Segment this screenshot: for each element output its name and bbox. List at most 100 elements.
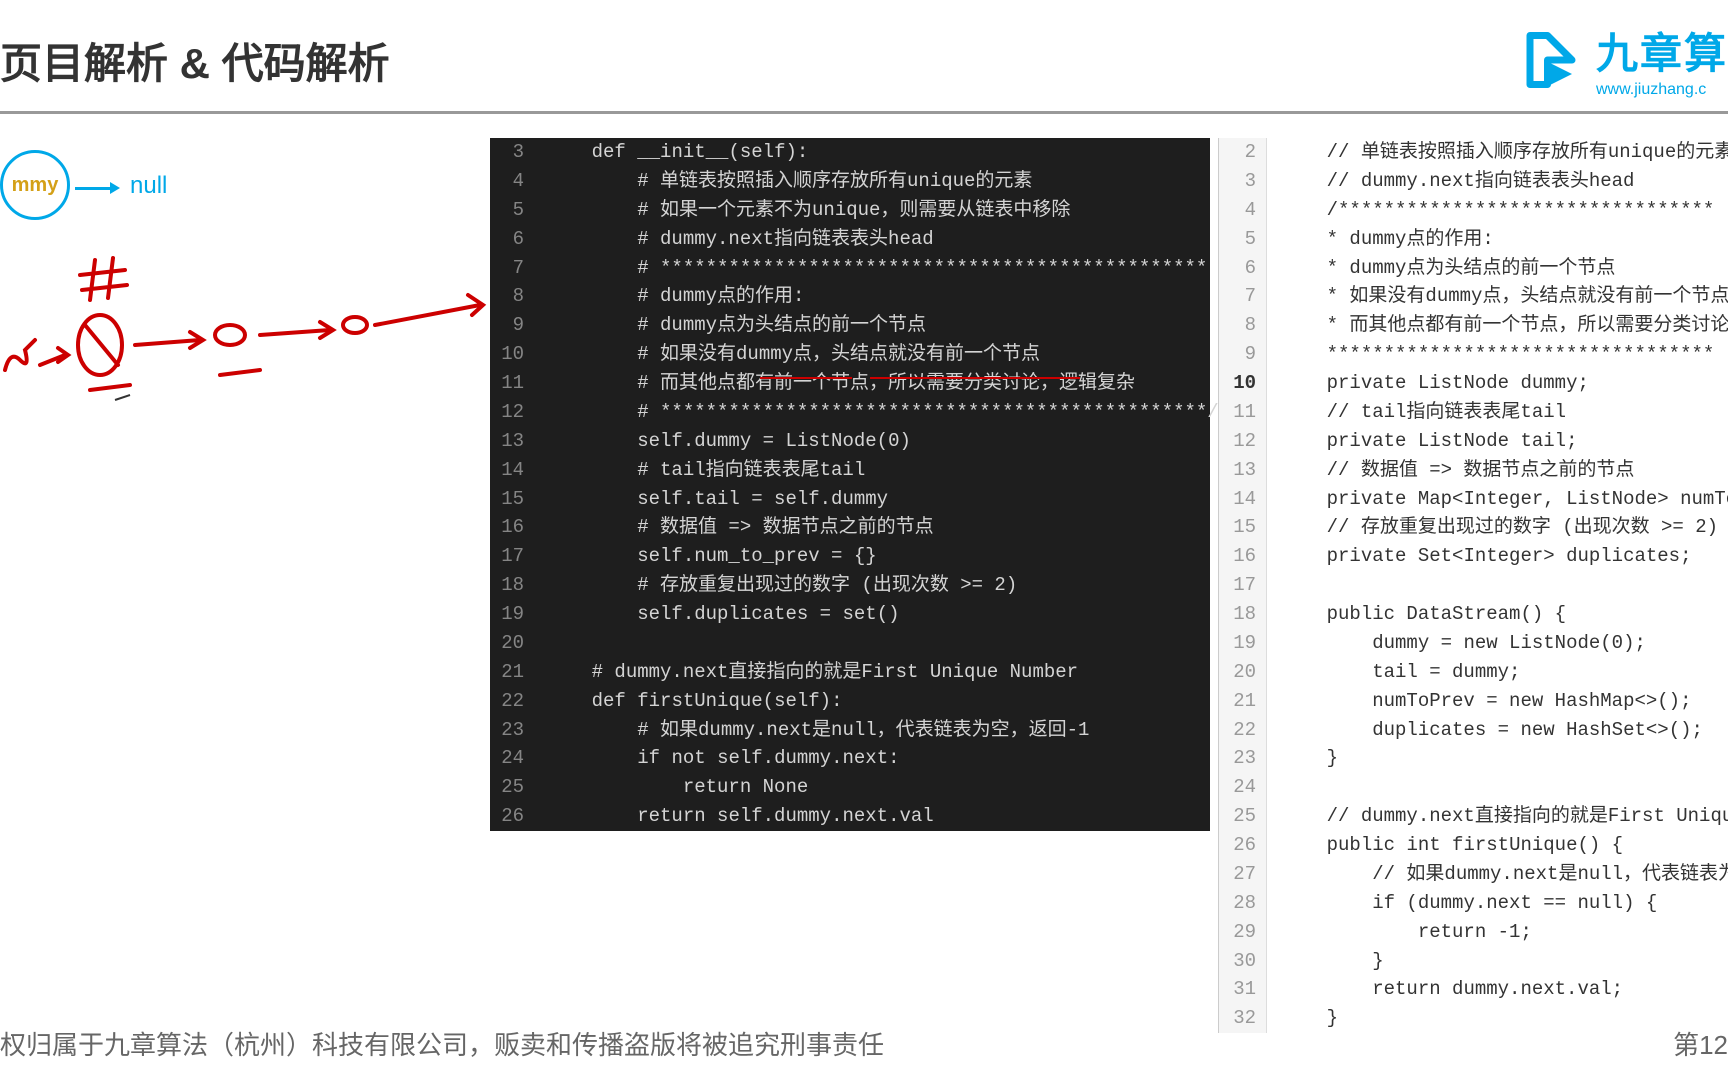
null-label: null xyxy=(130,172,167,200)
code-line: 24 if not self.dummy.next: xyxy=(490,744,1210,773)
code-text: self.dummy = ListNode(0) xyxy=(542,427,911,456)
code-text: dummy = new ListNode(0); xyxy=(1267,629,1646,658)
code-line: 5 * dummy点的作用: xyxy=(1219,225,1728,254)
code-line: 22 def firstUnique(self): xyxy=(490,687,1210,716)
code-line: 28 if (dummy.next == null) { xyxy=(1219,889,1728,918)
code-text: } xyxy=(1267,744,1338,773)
code-line: 11 // tail指向链表表尾tail xyxy=(1219,398,1728,427)
line-number: 7 xyxy=(1219,282,1267,311)
line-number: 15 xyxy=(1219,513,1267,542)
code-line: 5 # 如果一个元素不为unique，则需要从链表中移除 xyxy=(490,196,1210,225)
code-line: 4 # 单链表按照插入顺序存放所有unique的元素 xyxy=(490,167,1210,196)
code-line: 32 } xyxy=(1219,1004,1728,1033)
code-text: # 存放重复出现过的数字 (出现次数 >= 2) xyxy=(542,571,1017,600)
code-line: 22 duplicates = new HashSet<>(); xyxy=(1219,716,1728,745)
copyright-text: 权归属于九章算法（杭州）科技有限公司，贩卖和传播盗版将被追究刑事责任 xyxy=(0,1025,884,1062)
code-line: 25 // dummy.next直接指向的就是First Unique xyxy=(1219,802,1728,831)
code-line: 9 ********************************** xyxy=(1219,340,1728,369)
line-number: 27 xyxy=(1219,860,1267,889)
code-line: 6 * dummy点为头结点的前一个节点 xyxy=(1219,254,1728,283)
line-number: 19 xyxy=(1219,629,1267,658)
code-text: # **************************************… xyxy=(542,398,1219,427)
line-number: 15 xyxy=(490,485,542,514)
code-text: tail = dummy; xyxy=(1267,658,1520,687)
line-number: 20 xyxy=(1219,658,1267,687)
code-line: 3 def __init__(self): xyxy=(490,138,1210,167)
line-number: 19 xyxy=(490,600,542,629)
code-text: return None xyxy=(542,773,808,802)
line-number: 25 xyxy=(1219,802,1267,831)
code-text xyxy=(1267,773,1281,802)
code-text: } xyxy=(1267,1004,1338,1033)
code-line: 20 tail = dummy; xyxy=(1219,658,1728,687)
line-number: 20 xyxy=(490,629,542,658)
logo-url: www.jiuzhang.c xyxy=(1596,81,1728,99)
code-line: 12 private ListNode tail; xyxy=(1219,427,1728,456)
code-text: # dummy.next指向链表表头head xyxy=(542,225,934,254)
line-number: 4 xyxy=(490,167,542,196)
line-number: 2 xyxy=(1219,138,1267,167)
line-number: 12 xyxy=(1219,427,1267,456)
code-text: if (dummy.next == null) { xyxy=(1267,889,1657,918)
code-line: 12 # ***********************************… xyxy=(490,398,1210,427)
code-text: // tail指向链表表尾tail xyxy=(1267,398,1566,427)
code-text: * 而其他点都有前一个节点，所以需要分类讨论， xyxy=(1267,311,1728,340)
code-text: private Map<Integer, ListNode> numToP xyxy=(1267,485,1728,514)
line-number: 21 xyxy=(490,658,542,687)
code-text: // dummy.next指向链表表头head xyxy=(1267,167,1634,196)
code-line: 13 // 数据值 => 数据节点之前的节点 xyxy=(1219,456,1728,485)
code-text: public int firstUnique() { xyxy=(1267,831,1623,860)
line-number: 14 xyxy=(1219,485,1267,514)
code-text: } xyxy=(1267,947,1384,976)
code-text: duplicates = new HashSet<>(); xyxy=(1267,716,1703,745)
code-text: def __init__(self): xyxy=(542,138,808,167)
code-text: # dummy点为头结点的前一个节点 xyxy=(542,311,926,340)
code-text: # dummy.next直接指向的就是First Unique Number xyxy=(542,658,1078,687)
line-number: 16 xyxy=(490,513,542,542)
line-number: 14 xyxy=(490,456,542,485)
code-text: private Set<Integer> duplicates; xyxy=(1267,542,1691,571)
line-number: 5 xyxy=(1219,225,1267,254)
line-number: 3 xyxy=(490,138,542,167)
line-number: 18 xyxy=(490,571,542,600)
code-text: # 如果一个元素不为unique，则需要从链表中移除 xyxy=(542,196,1070,225)
code-text: # 如果dummy.next是null，代表链表为空，返回-1 xyxy=(542,716,1089,745)
line-number: 17 xyxy=(490,542,542,571)
code-line: 24 xyxy=(1219,773,1728,802)
dummy-node: mmy xyxy=(0,150,70,220)
line-number: 11 xyxy=(1219,398,1267,427)
line-number: 12 xyxy=(490,398,542,427)
code-text: // 存放重复出现过的数字 (出现次数 >= 2) xyxy=(1267,513,1718,542)
code-text: # 而其他点都有前一个节点，所以需要分类讨论，逻辑复杂 xyxy=(542,369,1135,398)
code-text: // 如果dummy.next是null，代表链表为空 xyxy=(1267,860,1728,889)
logo-text-cn: 九章算 xyxy=(1596,20,1728,81)
code-line: 7 # ************************************… xyxy=(490,254,1210,283)
line-number: 7 xyxy=(490,254,542,283)
code-text: def firstUnique(self): xyxy=(542,687,842,716)
logo: 九章算 www.jiuzhang.c xyxy=(1516,20,1728,99)
code-text: * dummy点为头结点的前一个节点 xyxy=(1267,254,1615,283)
line-number: 21 xyxy=(1219,687,1267,716)
line-number: 31 xyxy=(1219,975,1267,1004)
code-text: self.tail = self.dummy xyxy=(542,485,888,514)
code-line: 8 * 而其他点都有前一个节点，所以需要分类讨论， xyxy=(1219,311,1728,340)
page-number: 第12 xyxy=(1673,1025,1728,1062)
code-line: 10 # 如果没有dummy点，头结点就没有前一个节点 xyxy=(490,340,1210,369)
code-text: // 单链表按照插入顺序存放所有unique的元素 xyxy=(1267,138,1728,167)
code-line: 2 // 单链表按照插入顺序存放所有unique的元素 xyxy=(1219,138,1728,167)
line-number: 24 xyxy=(1219,773,1267,802)
line-number: 5 xyxy=(490,196,542,225)
code-line: 17 xyxy=(1219,571,1728,600)
code-line: 29 return -1; xyxy=(1219,918,1728,947)
code-line: 4 /********************************* xyxy=(1219,196,1728,225)
code-line: 19 dummy = new ListNode(0); xyxy=(1219,629,1728,658)
line-number: 28 xyxy=(1219,889,1267,918)
line-number: 22 xyxy=(490,687,542,716)
play-logo-icon xyxy=(1516,25,1586,95)
code-line: 18 public DataStream() { xyxy=(1219,600,1728,629)
code-text: * 如果没有dummy点，头结点就没有前一个节点 xyxy=(1267,282,1728,311)
code-text: // 数据值 => 数据节点之前的节点 xyxy=(1267,456,1634,485)
java-code-pane: 2 // 单链表按照插入顺序存放所有unique的元素3 // dummy.ne… xyxy=(1218,138,1728,1033)
code-text: # **************************************… xyxy=(542,254,1207,283)
code-line: 14 # tail指向链表表尾tail xyxy=(490,456,1210,485)
